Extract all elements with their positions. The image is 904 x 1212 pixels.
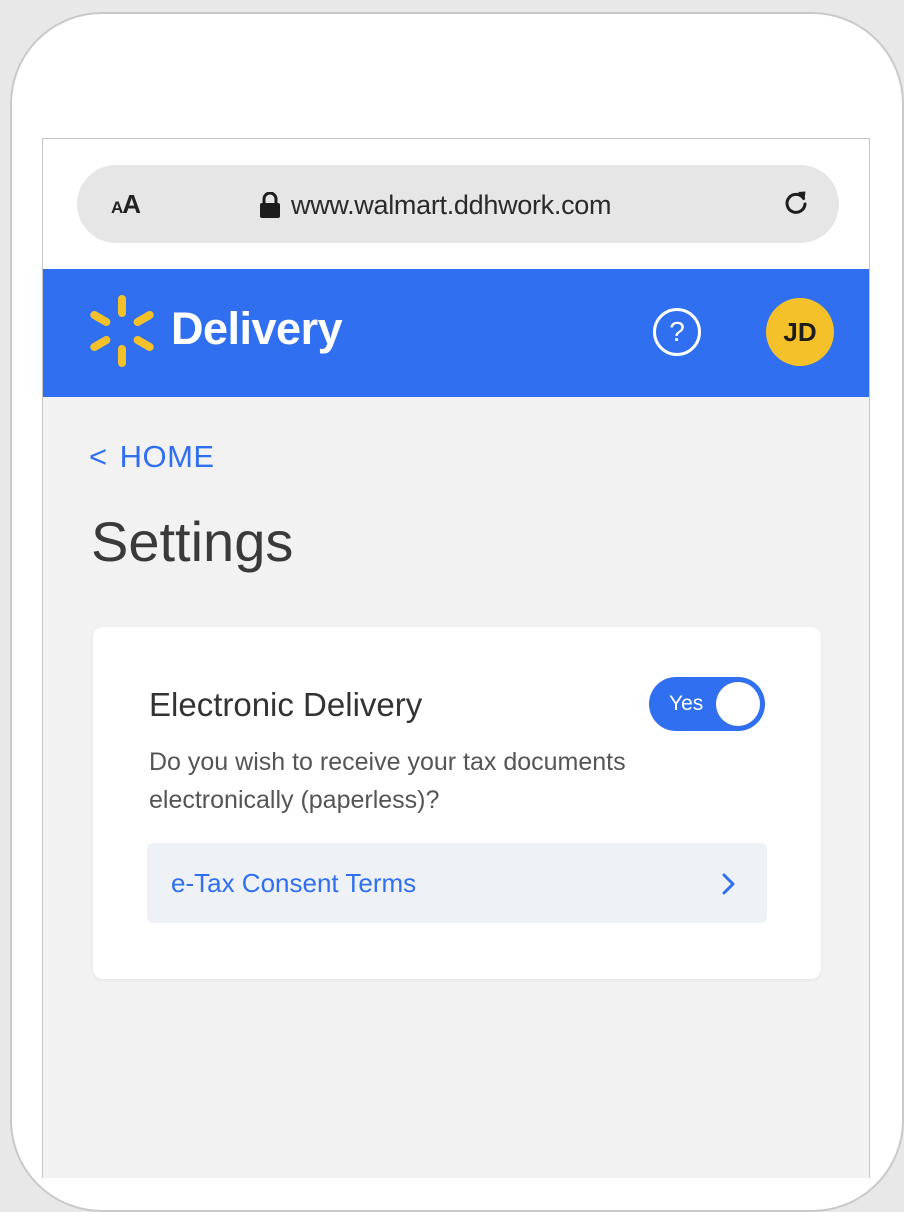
back-home-label: HOME (119, 439, 215, 474)
url-text[interactable]: www.walmart.ddhwork.com (291, 188, 611, 222)
brand-title: Delivery (171, 303, 343, 354)
electronic-delivery-description: Do you wish to receive your tax document… (149, 748, 626, 814)
text-size-large-glyph: A (122, 189, 141, 219)
lock-icon (260, 192, 280, 218)
page-title: Settings (91, 510, 294, 573)
help-button[interactable]: ? (653, 308, 701, 356)
electronic-delivery-toggle[interactable]: Yes (649, 677, 765, 731)
text-size-small-glyph: A (111, 198, 123, 217)
chevron-right-icon (722, 873, 735, 895)
toggle-label: Yes (669, 692, 704, 715)
electronic-delivery-card: Electronic Delivery Yes Do you wish to r… (93, 627, 821, 979)
address-bar[interactable]: AA www.walmart.ddhwork.com (77, 165, 839, 243)
browser-bar: AA www.walmart.ddhwork.com (43, 139, 869, 269)
walmart-spark-icon (90, 295, 154, 367)
chevron-left-icon: < (89, 439, 108, 474)
back-home-link[interactable]: < HOME (89, 437, 215, 477)
electronic-delivery-title: Electronic Delivery (149, 686, 423, 723)
reload-icon[interactable] (781, 189, 811, 219)
toggle-knob (716, 682, 760, 726)
etax-consent-terms-link[interactable]: e-Tax Consent Terms (147, 843, 767, 923)
text-size-button[interactable]: AA (111, 187, 141, 225)
app-header: Delivery ? JD (43, 269, 869, 397)
user-avatar[interactable]: JD (766, 298, 834, 366)
etax-consent-terms-label: e-Tax Consent Terms (171, 868, 417, 898)
phone-screen: AA www.walmart.ddhwork.com Delivery ? JD… (42, 138, 870, 1178)
